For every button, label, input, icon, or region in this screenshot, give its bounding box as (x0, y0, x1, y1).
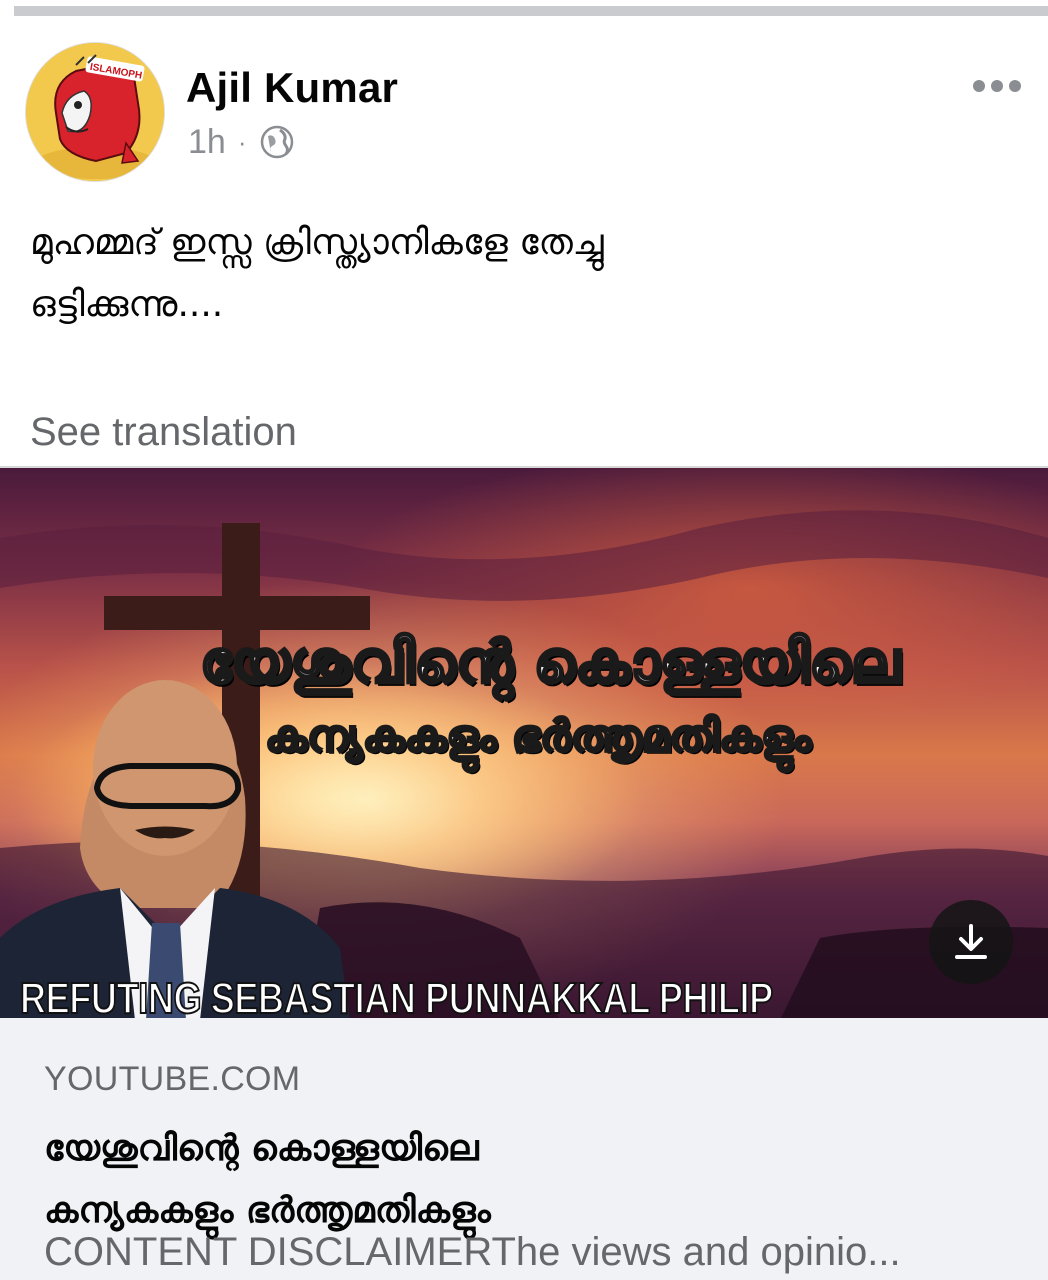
see-translation-link[interactable]: See translation (30, 410, 297, 455)
link-description: CONTENT DISCLAIMERThe views and opinio..… (44, 1230, 901, 1274)
divider-line (14, 6, 1048, 16)
thumbnail-title-line-1: യേശുവിന്റെ കൊള്ളയിലെ (199, 627, 902, 698)
more-horizontal-icon-dot (991, 80, 1003, 92)
link-title-line-1: യേശുവിന്റെ കൊള്ളയിലെ (44, 1128, 479, 1169)
meta-separator: · (237, 126, 247, 157)
thumbnail-title-line-2: കന്യകകളും ഭർത്തൃമതികളും (264, 710, 813, 764)
globe-icon[interactable] (259, 124, 295, 160)
post-time[interactable]: 1h (188, 123, 226, 162)
author-name[interactable]: Ajil Kumar (186, 64, 398, 112)
download-icon (955, 924, 987, 959)
avatar-illustration: ISLAMOPH (26, 43, 164, 181)
top-divider (0, 0, 1048, 18)
video-thumbnail[interactable]: യേശുവിന്റെ കൊള്ളയിലെ കന്യകകളും ഭർത്തൃമതി… (0, 466, 1048, 1020)
post-text: മുഹമ്മദ് ഇസ്സ ക്രിസ്ത്യാനികളേ തേച്ചു ഒട്… (30, 212, 1010, 336)
thumbnail-caption: REFUTING SEBASTIAN PUNNAKKAL PHILIP (19, 973, 774, 1020)
author-avatar[interactable]: ISLAMOPH (25, 42, 165, 182)
download-button[interactable] (929, 900, 1013, 984)
more-horizontal-icon-dot (1009, 80, 1021, 92)
post-text-line-2: ഒട്ടിക്കുന്നു.... (30, 284, 224, 325)
link-title: യേശുവിന്റെ കൊള്ളയിലെ കന്യകകളും ഭർത്തൃമതി… (44, 1118, 1024, 1242)
link-preview-card[interactable]: യേശുവിന്റെ കൊള്ളയിലെ കന്യകകളും ഭർത്തൃമതി… (0, 466, 1048, 1280)
more-options-button[interactable] (966, 66, 1028, 106)
link-card-info[interactable]: YOUTUBE.COM യേശുവിന്റെ കൊള്ളയിലെ കന്യകകള… (0, 1018, 1048, 1280)
link-domain: YOUTUBE.COM (44, 1060, 301, 1098)
post-meta: 1h · (188, 122, 295, 162)
post-text-line-1: മുഹമ്മദ് ഇസ്സ ക്രിസ്ത്യാനികളേ തേച്ചു (30, 222, 604, 263)
more-horizontal-icon (973, 80, 985, 92)
